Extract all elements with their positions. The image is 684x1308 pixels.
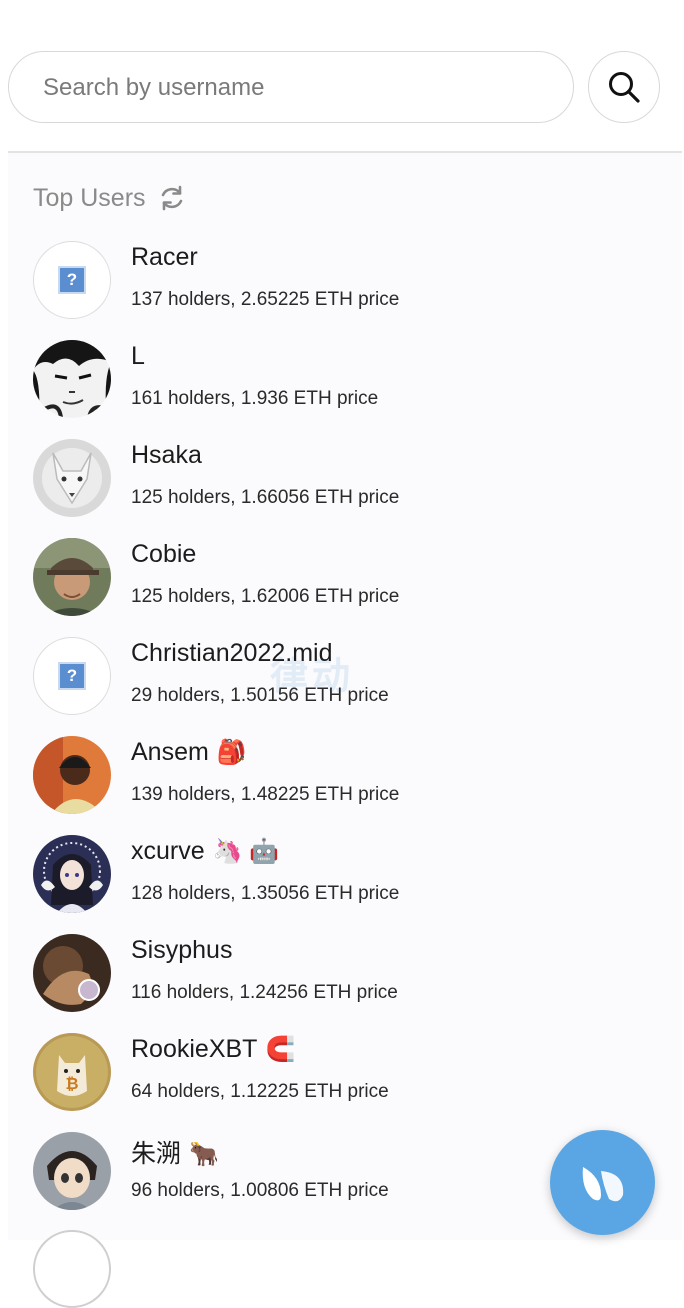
user-holders-price: 125 holders, 1.66056 ETH price [131,487,400,508]
avatar [33,934,111,1012]
user-name: Hsaka [131,441,202,469]
user-name: Racer [131,243,198,271]
app-fab-button[interactable] [550,1130,655,1235]
user-row[interactable]: ? Racer 137 holders, 2.65225 ETH price [33,241,633,321]
user-name: Cobie [131,540,197,568]
avatar [33,1132,111,1210]
user-row[interactable]: ₿ RookieXBT 🧲 64 holders, 1.12225 ETH pri… [33,1033,633,1113]
user-name: 朱溯 🐂 [131,1140,219,1168]
avatar-placeholder: ? [33,637,111,715]
app-logo-icon [582,1166,623,1201]
avatar [33,340,111,418]
user-row[interactable]: Hsaka 125 holders, 1.66056 ETH price [33,439,633,519]
user-holders-price: 125 holders, 1.62006 ETH price [131,586,400,607]
user-name: L [131,342,145,370]
avatar: ₿ [33,1033,111,1111]
search-input[interactable] [41,52,525,124]
user-row[interactable]: L 161 holders, 1.936 ETH price [33,340,633,420]
user-name: RookieXBT 🧲 [131,1035,296,1063]
avatar [33,538,111,616]
user-holders-price: 96 holders, 1.00806 ETH price [131,1180,389,1201]
unicorn-robot-icons: 🦄 🤖 [212,838,280,865]
avatar [33,835,111,913]
search-button[interactable] [588,51,660,123]
user-row[interactable]: Cobie 125 holders, 1.62006 ETH price [33,538,633,618]
user-row[interactable]: Sisyphus 116 holders, 1.24256 ETH price [33,934,633,1014]
svg-text:₿: ₿ [65,1074,78,1093]
user-row[interactable]: xcurve 🦄 🤖 128 holders, 1.35056 ETH price [33,835,633,915]
avatar [33,439,111,517]
backpack-icon: 🎒 [216,739,247,766]
user-holders-price: 137 holders, 2.65225 ETH price [131,289,400,310]
user-name: xcurve 🦄 🤖 [131,837,280,865]
broken-image-icon: ? [58,662,86,690]
search-field[interactable] [8,51,574,124]
magnet-icon: 🧲 [265,1036,296,1063]
search-icon [609,72,640,103]
user-holders-price: 128 holders, 1.35056 ETH price [131,883,400,904]
ox-icon: 🐂 [189,1141,219,1168]
user-name: Ansem 🎒 [131,738,247,766]
user-holders-price: 116 holders, 1.24256 ETH price [131,982,398,1003]
user-holders-price: 161 holders, 1.936 ETH price [131,388,379,409]
avatar-partial [33,1230,111,1308]
user-row[interactable]: 朱溯 🐂 96 holders, 1.00806 ETH price [33,1132,633,1212]
broken-image-icon: ? [58,266,86,294]
section-title: Top Users [33,183,146,212]
user-holders-price: 29 holders, 1.50156 ETH price [131,685,389,706]
user-name: Christian2022.mid [131,639,333,667]
user-row[interactable]: ? Christian2022.mid 29 holders, 1.50156 … [33,637,633,717]
user-row[interactable]: Ansem 🎒 139 holders, 1.48225 ETH price [33,736,633,816]
avatar [33,736,111,814]
user-holders-price: 64 holders, 1.12225 ETH price [131,1081,389,1102]
user-holders-price: 139 holders, 1.48225 ETH price [131,784,400,805]
section-header: Top Users [33,178,186,218]
avatar-placeholder: ? [33,241,111,319]
user-name: Sisyphus [131,936,233,964]
refresh-icon[interactable] [158,184,186,212]
